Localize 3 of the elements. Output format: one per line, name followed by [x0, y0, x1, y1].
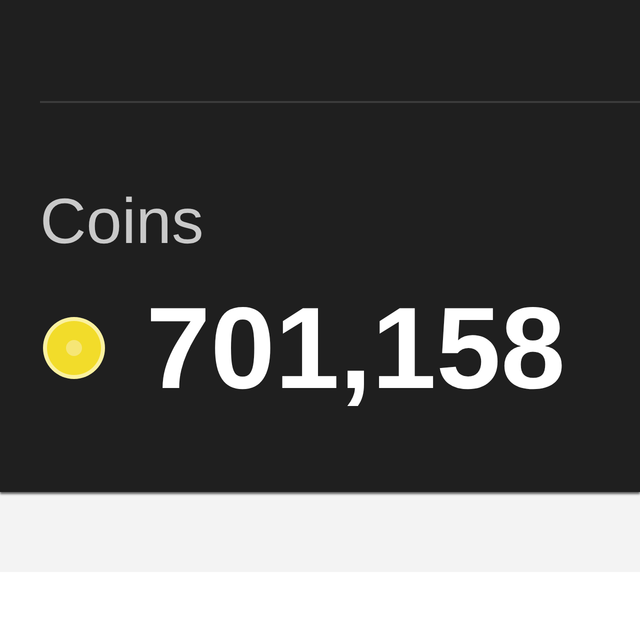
coin-icon	[42, 316, 106, 380]
balance-label: Coins	[40, 189, 204, 253]
coin-balance: 701,158	[146, 290, 566, 406]
